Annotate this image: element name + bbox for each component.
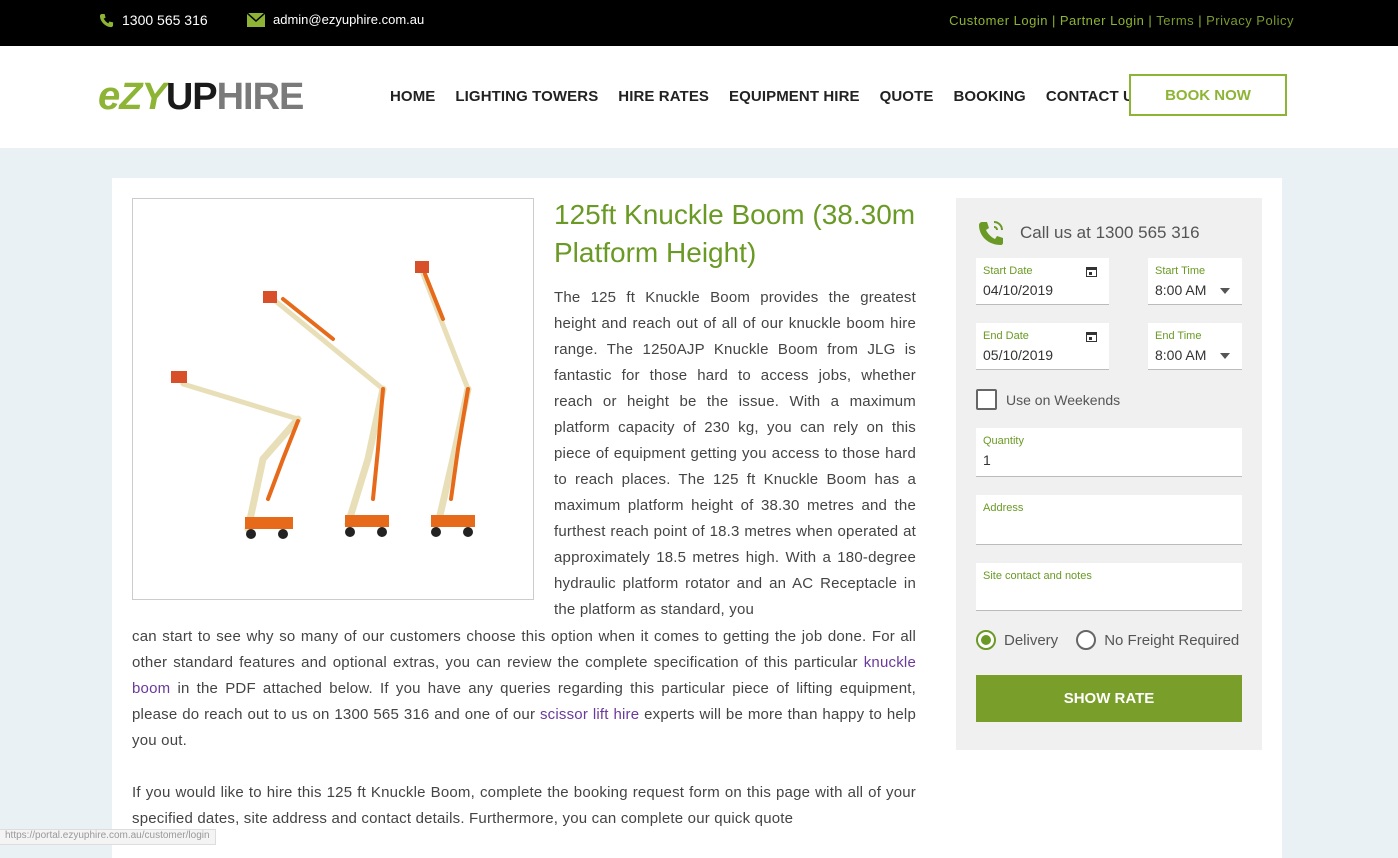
product-image xyxy=(132,198,534,600)
boom-lift-1 xyxy=(171,371,302,539)
no-freight-radio[interactable] xyxy=(1076,630,1097,650)
show-rate-button[interactable]: SHOW RATE xyxy=(976,675,1242,722)
start-date-value: 04/10/2019 xyxy=(983,282,1054,298)
description-text: can start to see why so many of our cust… xyxy=(132,628,916,671)
nav-hire-rates[interactable]: HIRE RATES xyxy=(618,88,709,105)
phone-ringing-icon xyxy=(979,221,1003,245)
nav-home[interactable]: HOME xyxy=(390,88,435,105)
address-label: Address xyxy=(983,502,1024,514)
phone-contact[interactable]: 1300 565 316 xyxy=(99,12,208,28)
quantity-field[interactable]: Quantity 1 xyxy=(976,428,1242,477)
product-card: 125ft Knuckle Boom (38.30m Platform Heig… xyxy=(112,178,1282,858)
address-field[interactable]: Address xyxy=(976,495,1242,545)
chevron-down-icon xyxy=(1220,353,1230,359)
nav-lighting-towers[interactable]: LIGHTING TOWERS xyxy=(455,88,598,105)
booking-form: Call us at 1300 565 316 Start Date 04/10… xyxy=(956,198,1262,750)
start-date-label: Start Date xyxy=(983,265,1033,277)
envelope-icon xyxy=(247,12,265,27)
logo-zy: ZY xyxy=(119,76,167,118)
nav-quote[interactable]: QUOTE xyxy=(880,88,934,105)
main-nav: HOME LIGHTING TOWERS HIRE RATES EQUIPMEN… xyxy=(390,88,1164,105)
weekends-checkbox[interactable] xyxy=(976,389,997,410)
nav-equipment-hire[interactable]: EQUIPMENT HIRE xyxy=(729,88,860,105)
start-time-select[interactable]: Start Time 8:00 AM xyxy=(1148,258,1242,305)
logo-e: e xyxy=(98,74,120,118)
terms-link[interactable]: Terms xyxy=(1156,13,1194,28)
phone-number: 1300 565 316 xyxy=(122,12,208,28)
customer-login-link[interactable]: Customer Login xyxy=(949,13,1048,28)
product-title: 125ft Knuckle Boom (38.30m Platform Heig… xyxy=(554,199,916,268)
start-time-value: 8:00 AM xyxy=(1155,282,1207,298)
start-time-label: Start Time xyxy=(1155,265,1206,277)
privacy-policy-link[interactable]: Privacy Policy xyxy=(1206,13,1294,28)
top-links: Customer Login | Partner Login | Terms | Priva… xyxy=(949,13,1294,28)
end-time-value: 8:00 AM xyxy=(1155,347,1207,363)
status-bar-url: https://portal.ezyuphire.com.au/customer… xyxy=(0,829,216,845)
site-header: e ZY UP HIRE HOME LIGHTING TOWERS HIRE RATE… xyxy=(0,46,1398,148)
end-date-label: End Date xyxy=(983,330,1029,342)
freight-options: Delivery No Freight Required xyxy=(976,630,1239,650)
ezyuphire-logo[interactable]: e ZY UP HIRE xyxy=(98,74,304,118)
chevron-down-icon xyxy=(1220,288,1230,294)
site-notes-label: Site contact and notes xyxy=(983,570,1092,582)
email-address: admin@ezyuphire.com.au xyxy=(273,12,425,27)
calendar-icon[interactable] xyxy=(1086,331,1097,342)
quantity-label: Quantity xyxy=(983,435,1024,447)
logo-up: UP xyxy=(165,76,218,118)
weekends-label: Use on Weekends xyxy=(1006,391,1121,408)
phone-icon xyxy=(99,13,114,27)
call-us[interactable]: Call us at 1300 565 316 xyxy=(976,218,1200,248)
email-contact[interactable]: admin@ezyuphire.com.au xyxy=(247,12,424,27)
product-description-paragraph-2: If you would like to hire this 125 ft Kn… xyxy=(132,784,916,827)
separator: | xyxy=(1198,13,1203,28)
separator: | xyxy=(1148,13,1153,28)
call-us-text: Call us at 1300 565 316 xyxy=(1020,223,1200,242)
scissor-lift-hire-link[interactable]: scissor lift hire xyxy=(540,706,639,723)
end-time-select[interactable]: End Time 8:00 AM xyxy=(1148,323,1242,370)
separator: | xyxy=(1051,13,1056,28)
quantity-value: 1 xyxy=(983,452,991,468)
book-now-button[interactable]: BOOK NOW xyxy=(1129,74,1287,116)
partner-login-link[interactable]: Partner Login xyxy=(1060,13,1145,28)
nav-booking[interactable]: BOOKING xyxy=(953,88,1025,105)
no-freight-label: No Freight Required xyxy=(1104,631,1240,649)
delivery-radio[interactable] xyxy=(976,630,996,650)
end-time-label: End Time xyxy=(1155,330,1202,342)
product-description-narrow: The 125 ft Knuckle Boom provides the gre… xyxy=(554,289,916,618)
product-description-wide: can start to see why so many of our cust… xyxy=(132,624,916,754)
logo-hire: HIRE xyxy=(216,76,305,118)
calendar-icon[interactable] xyxy=(1086,266,1097,277)
weekends-option[interactable]: Use on Weekends xyxy=(976,389,1120,410)
start-date-field[interactable]: Start Date 04/10/2019 xyxy=(976,258,1109,305)
knuckle-boom-illustration xyxy=(171,261,475,539)
delivery-label: Delivery xyxy=(1004,631,1059,649)
end-date-field[interactable]: End Date 05/10/2019 xyxy=(976,323,1109,370)
boom-lift-3 xyxy=(415,261,475,537)
site-notes-field[interactable]: Site contact and notes xyxy=(976,563,1242,611)
top-bar: 1300 565 316 admin@ezyuphire.com.au Cust… xyxy=(0,0,1398,46)
end-date-value: 05/10/2019 xyxy=(983,347,1054,363)
